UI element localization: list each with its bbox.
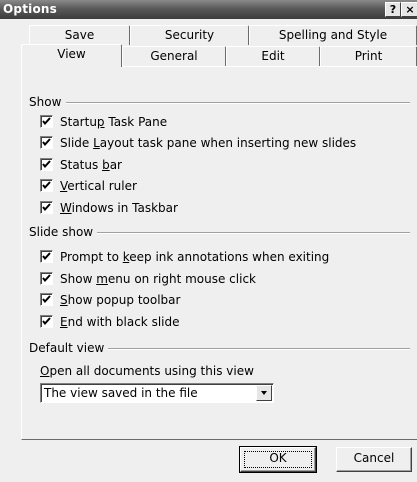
checkbox-box[interactable] bbox=[40, 315, 53, 328]
tab-general-label: General bbox=[150, 49, 198, 63]
tab-save[interactable]: Save bbox=[29, 25, 130, 45]
focus-rect bbox=[244, 451, 312, 468]
checkmark-icon bbox=[42, 203, 51, 212]
tab-spelling-label: Spelling and Style bbox=[278, 28, 388, 42]
tab-view-label: View bbox=[57, 47, 86, 61]
title-bar[interactable]: Options ? × bbox=[0, 0, 417, 19]
tab-general[interactable]: General bbox=[122, 46, 226, 66]
tab-save-label: Save bbox=[64, 28, 95, 42]
checkbox-label: Vertical ruler bbox=[60, 179, 137, 193]
checkmark-icon bbox=[42, 274, 51, 283]
help-icon: ? bbox=[389, 3, 397, 16]
open-documents-label: Open all documents using this view bbox=[40, 364, 254, 378]
checkmark-icon bbox=[42, 160, 51, 169]
checkbox-label: Show menu on right mouse click bbox=[60, 272, 256, 286]
ok-button[interactable]: OK bbox=[239, 446, 317, 473]
close-button[interactable]: × bbox=[401, 2, 417, 17]
checkbox-label: Status bar bbox=[60, 158, 122, 172]
tab-view[interactable]: View bbox=[21, 44, 122, 67]
group-default-view-label: Default view bbox=[29, 341, 109, 355]
checkbox-box[interactable] bbox=[40, 293, 53, 306]
checkbox-box[interactable] bbox=[40, 136, 53, 149]
cancel-button-label: Cancel bbox=[353, 451, 395, 465]
checkbox-box[interactable] bbox=[40, 272, 53, 285]
tab-edit[interactable]: Edit bbox=[226, 46, 320, 66]
checkmark-icon bbox=[42, 252, 51, 261]
checkbox-label: Windows in Taskbar bbox=[60, 201, 178, 215]
group-slide-show-divider bbox=[94, 232, 410, 234]
tab-print[interactable]: Print bbox=[320, 46, 417, 66]
window-title: Options bbox=[3, 2, 57, 16]
tab-spelling-and-style[interactable]: Spelling and Style bbox=[249, 25, 417, 45]
cancel-button[interactable]: Cancel bbox=[336, 447, 412, 472]
checkbox-box[interactable] bbox=[40, 115, 53, 128]
tab-print-label: Print bbox=[354, 49, 383, 63]
checkmark-icon bbox=[42, 138, 51, 147]
checkmark-icon bbox=[42, 317, 51, 326]
checkbox-box[interactable] bbox=[40, 179, 53, 192]
tab-security-label: Security bbox=[164, 28, 215, 42]
checkbox-label: End with black slide bbox=[60, 315, 180, 329]
default-view-select[interactable]: The view saved in the file bbox=[40, 383, 274, 403]
checkmark-icon bbox=[42, 181, 51, 190]
group-slide-show-label: Slide show bbox=[29, 225, 98, 239]
checkbox-label: Startup Task Pane bbox=[60, 115, 168, 129]
checkbox-label: Slide Layout task pane when inserting ne… bbox=[60, 136, 357, 150]
close-icon: × bbox=[405, 3, 415, 16]
group-show-divider bbox=[66, 102, 410, 104]
checkmark-icon bbox=[42, 295, 51, 304]
tab-security[interactable]: Security bbox=[130, 25, 249, 45]
checkbox-label: Prompt to keep ink annotations when exit… bbox=[60, 250, 330, 264]
group-default-view-divider bbox=[104, 348, 410, 350]
checkbox-box[interactable] bbox=[40, 158, 53, 171]
options-dialog: Options ? × Save Security Spelling and S… bbox=[0, 0, 417, 482]
checkbox-box[interactable] bbox=[40, 201, 53, 214]
checkbox-box[interactable] bbox=[40, 250, 53, 263]
default-view-select-value: The view saved in the file bbox=[44, 386, 198, 400]
checkbox-label: Show popup toolbar bbox=[60, 293, 181, 307]
group-show-label: Show bbox=[29, 95, 66, 109]
dropdown-arrow-button[interactable] bbox=[256, 385, 272, 401]
tab-edit-label: Edit bbox=[261, 49, 285, 63]
checkmark-icon bbox=[42, 117, 51, 126]
help-button[interactable]: ? bbox=[385, 2, 401, 17]
chevron-down-icon bbox=[261, 391, 267, 395]
